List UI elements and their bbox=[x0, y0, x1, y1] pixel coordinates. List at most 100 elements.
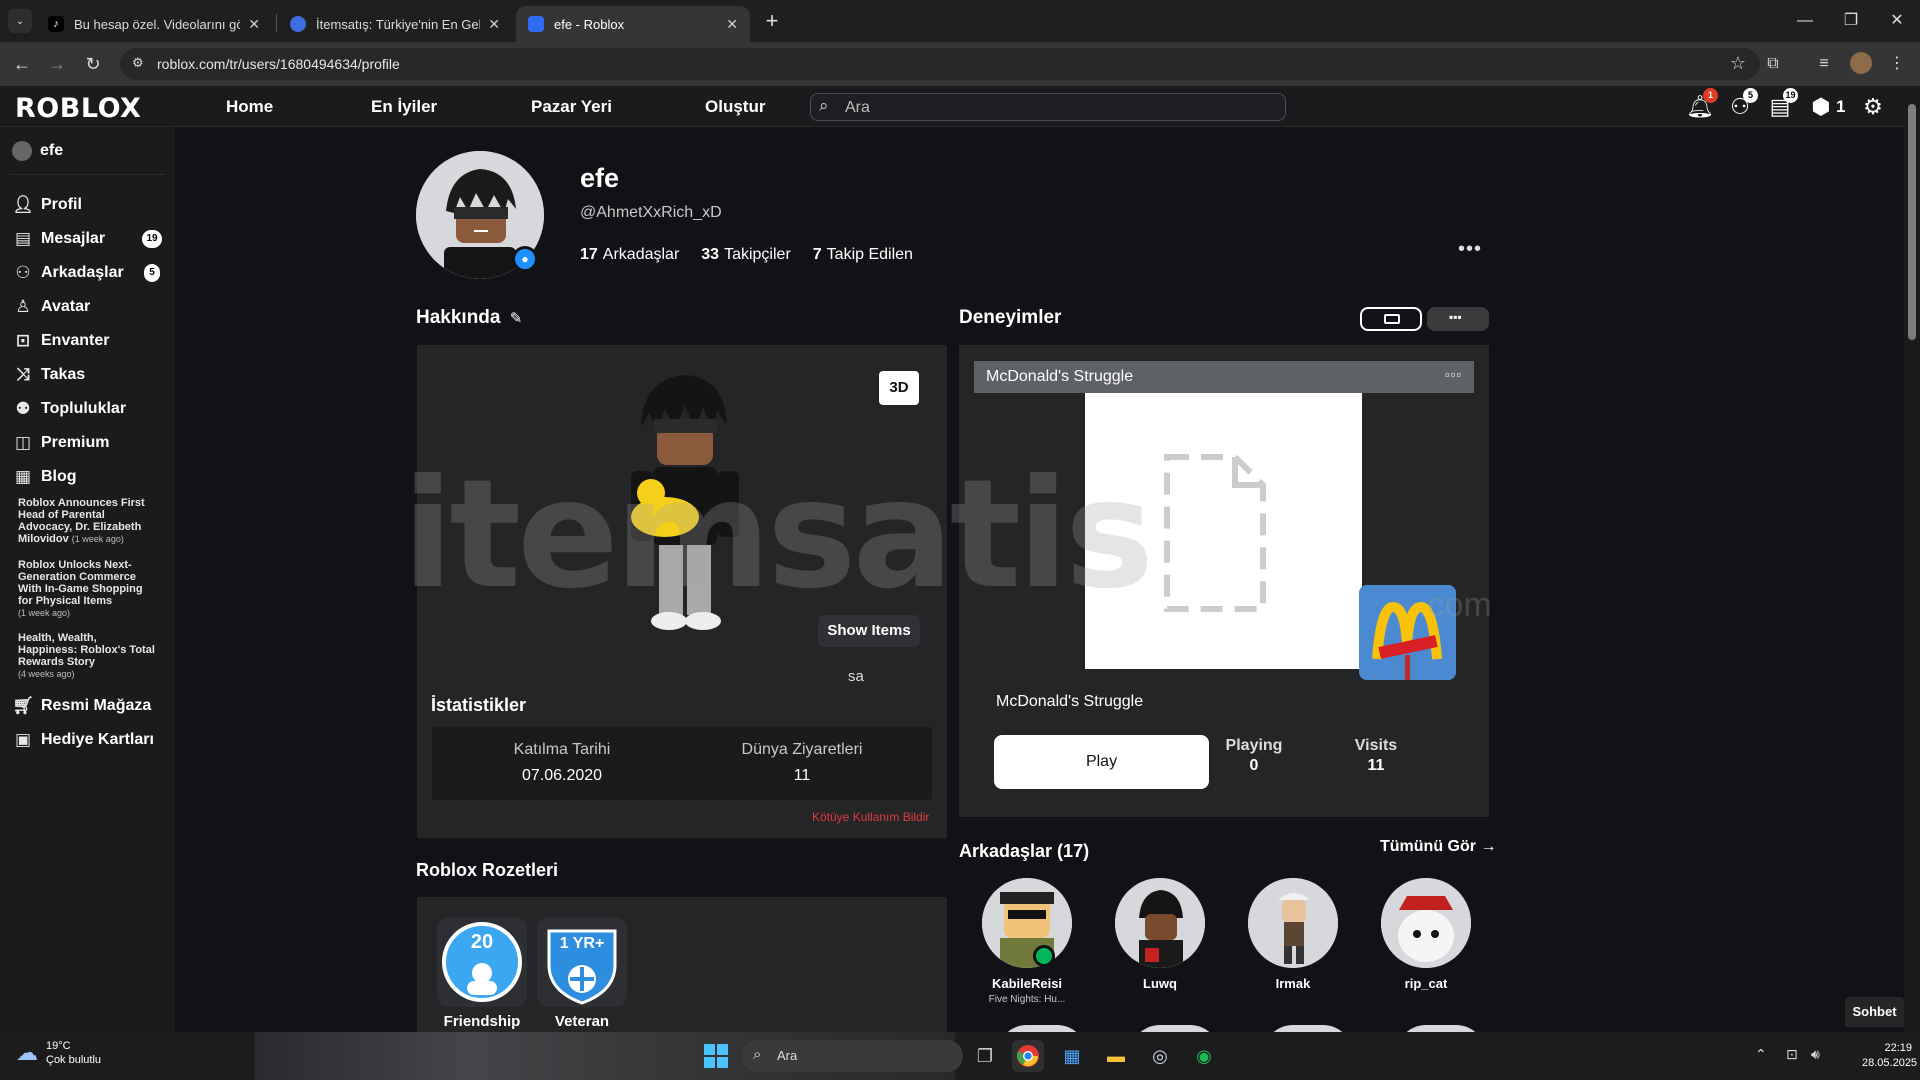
sidebar-item-blog[interactable]: ▦ Blog bbox=[12, 465, 162, 489]
experience-thumbnail[interactable] bbox=[1085, 393, 1362, 669]
forward-button[interactable]: → bbox=[44, 51, 70, 77]
messages-badge: 19 bbox=[1783, 88, 1798, 103]
avatar-3d-render[interactable] bbox=[613, 367, 753, 657]
carousel-view-button[interactable] bbox=[1360, 307, 1422, 331]
spotify-icon[interactable]: ◉ bbox=[1188, 1040, 1220, 1072]
address-bar[interactable]: ⚙ roblox.com/tr/users/1680494634/profile… bbox=[120, 48, 1760, 80]
roblox-logo[interactable]: ROBLOX bbox=[15, 93, 141, 124]
visits-value: 11 bbox=[1367, 757, 1385, 774]
scrollbar-thumb[interactable] bbox=[1908, 104, 1916, 340]
grid-view-button[interactable]: ▪▪▪ bbox=[1427, 307, 1489, 331]
new-tab-button[interactable]: + bbox=[758, 8, 786, 36]
blog-post-link[interactable]: Roblox Unlocks Next-Generation Commerce … bbox=[18, 559, 158, 619]
friend-avatar[interactable] bbox=[997, 1025, 1087, 1032]
blog-post-link[interactable]: Roblox Announces First Head of Parental … bbox=[18, 497, 158, 545]
badge-friendship[interactable]: 20 Friendship bbox=[437, 917, 527, 1032]
play-button[interactable]: Play bbox=[994, 735, 1209, 789]
sidebar-item-trade[interactable]: ⤨ Takas bbox=[12, 363, 162, 387]
toggle-3d-button[interactable]: 3D bbox=[879, 371, 919, 405]
tray-overflow-icon[interactable]: ⌃ bbox=[1755, 1046, 1767, 1063]
sidebar-item-official-store[interactable]: 🛒︎ Resmi Mağaza bbox=[12, 694, 162, 718]
sidebar-item-messages[interactable]: ▤ Mesajlar 19 bbox=[12, 227, 162, 251]
browser-tab-3[interactable]: efe - Roblox ✕ bbox=[516, 6, 750, 42]
sidebar-item-inventory[interactable]: ⊡ Envanter bbox=[12, 329, 162, 353]
sidebar-item-label: Takas bbox=[41, 366, 86, 383]
friends-count-link[interactable]: 17 Arkadaşlar bbox=[580, 246, 679, 264]
browser-menu-icon[interactable]: ⋮ bbox=[1884, 51, 1910, 77]
extensions-icon[interactable]: ⧉ bbox=[1760, 51, 1786, 77]
tab-title: İtemsatış: Türkiye'nin En Gelişm bbox=[316, 16, 481, 32]
minimize-button[interactable]: — bbox=[1782, 8, 1828, 34]
file-explorer-icon[interactable]: ▬ bbox=[1100, 1040, 1132, 1072]
browser-tab-2[interactable]: İtemsatış: Türkiye'nin En Gelişm ✕ bbox=[278, 6, 512, 42]
join-date-value: 07.06.2020 bbox=[521, 767, 603, 784]
chat-tab[interactable]: Sohbet bbox=[1845, 997, 1904, 1027]
report-abuse-link[interactable]: Kötüye Kullanım Bildir bbox=[812, 810, 929, 824]
browser-profile-avatar[interactable] bbox=[1850, 52, 1872, 74]
experiences-title: Deneyimler bbox=[959, 307, 1062, 328]
friend-card[interactable]: Luwq bbox=[1105, 878, 1215, 991]
roblox-icon bbox=[528, 16, 544, 32]
network-icon[interactable]: ⊡ bbox=[1786, 1046, 1798, 1063]
store-icon[interactable]: ▦ bbox=[1056, 1040, 1088, 1072]
sidebar-item-friends[interactable]: ⚇ Arkadaşlar 5 bbox=[12, 261, 162, 285]
volume-icon[interactable]: 🔊︎ bbox=[1811, 1046, 1820, 1063]
see-all-friends-link[interactable]: Tümünü Gör → bbox=[1380, 838, 1496, 856]
bookmark-star-icon[interactable]: ☆ bbox=[1730, 53, 1746, 74]
badge-veteran[interactable]: 1 YR+ Veteran bbox=[537, 917, 627, 1032]
join-date-label: Katılma Tarihi bbox=[513, 741, 611, 758]
more-options-icon[interactable]: ••• bbox=[1458, 238, 1482, 261]
start-button[interactable] bbox=[704, 1044, 728, 1068]
friend-name: Luwq bbox=[1143, 976, 1177, 991]
friend-avatar[interactable] bbox=[1396, 1025, 1486, 1032]
media-control-icon[interactable]: ≡ bbox=[1811, 51, 1837, 77]
sidebar-item-gift-cards[interactable]: ▣ Hediye Kartları bbox=[12, 728, 162, 752]
site-info-icon[interactable]: ⚙ bbox=[132, 55, 144, 71]
settings-gear-icon[interactable]: ⚙ bbox=[1859, 93, 1887, 121]
friend-card[interactable]: KabileReisi Five Nights: Hu... bbox=[972, 878, 1082, 1005]
weather-widget[interactable]: ☁ 19°C Çok bulutlu bbox=[16, 1040, 101, 1066]
mcdonalds-game-icon[interactable] bbox=[1359, 585, 1456, 680]
nav-marketplace[interactable]: Pazar Yeri bbox=[531, 97, 612, 117]
following-count-link[interactable]: 7 Takip Edilen bbox=[813, 246, 913, 264]
reload-button[interactable]: ↻ bbox=[80, 51, 106, 77]
tab-search-button[interactable]: ⌄ bbox=[8, 9, 32, 33]
chrome-icon[interactable] bbox=[1012, 1040, 1044, 1072]
browser-tab-1[interactable]: ♪ Bu hesap özel. Videolarını görm ✕ bbox=[36, 6, 272, 42]
taskbar-search-placeholder: Ara bbox=[777, 1048, 798, 1063]
badge-name: Veteran bbox=[554, 1013, 610, 1030]
edit-icon[interactable]: ✎ bbox=[510, 310, 523, 327]
back-button[interactable]: ← bbox=[9, 51, 35, 77]
nav-create[interactable]: Oluştur bbox=[705, 97, 765, 117]
sidebar-item-premium[interactable]: ◫ Premium bbox=[12, 431, 162, 455]
sidebar-item-groups[interactable]: ⚉ Topluluklar bbox=[12, 397, 162, 421]
page-scrollbar[interactable] bbox=[1904, 86, 1920, 1032]
more-options-icon[interactable]: ▫▫▫ bbox=[1445, 367, 1462, 382]
nav-home[interactable]: Home bbox=[226, 97, 273, 117]
clock[interactable]: 22:19 28.05.2025 bbox=[1862, 1041, 1917, 1071]
sidebar-item-profile[interactable]: 👤︎ Profil bbox=[12, 193, 162, 217]
chevron-down-icon: ⌄ bbox=[15, 15, 25, 27]
sidebar-item-label: Resmi Mağaza bbox=[41, 697, 152, 714]
friend-card[interactable]: rip_cat bbox=[1371, 878, 1481, 991]
steam-icon[interactable]: ◎ bbox=[1144, 1040, 1176, 1072]
followers-count-link[interactable]: 33 Takipçiler bbox=[701, 246, 790, 264]
close-window-button[interactable]: ✕ bbox=[1874, 8, 1920, 34]
taskbar-search[interactable]: ⌕ Ara bbox=[741, 1040, 963, 1072]
friendship-badge-icon: 20 bbox=[437, 917, 527, 1007]
sidebar-item-avatar[interactable]: ♙ Avatar bbox=[12, 295, 162, 319]
nav-charts[interactable]: En İyiler bbox=[371, 97, 437, 117]
friend-avatar[interactable] bbox=[1263, 1025, 1353, 1032]
sidebar-user[interactable]: efe bbox=[12, 141, 63, 161]
restore-button[interactable]: ❐ bbox=[1828, 8, 1874, 34]
robux-icon[interactable]: ⬢ bbox=[1807, 93, 1835, 121]
search-input[interactable]: ⌕ Ara bbox=[810, 93, 1286, 121]
show-items-button[interactable]: Show Items bbox=[818, 615, 920, 647]
close-icon[interactable]: ✕ bbox=[248, 16, 260, 33]
friend-card[interactable]: Irmak bbox=[1238, 878, 1348, 991]
close-icon[interactable]: ✕ bbox=[488, 16, 500, 33]
close-icon[interactable]: ✕ bbox=[726, 16, 738, 33]
friend-avatar[interactable] bbox=[1130, 1025, 1220, 1032]
blog-post-link[interactable]: Health, Wealth, Happiness: Roblox's Tota… bbox=[18, 632, 158, 680]
task-view-icon[interactable]: ❐ bbox=[969, 1040, 1001, 1072]
